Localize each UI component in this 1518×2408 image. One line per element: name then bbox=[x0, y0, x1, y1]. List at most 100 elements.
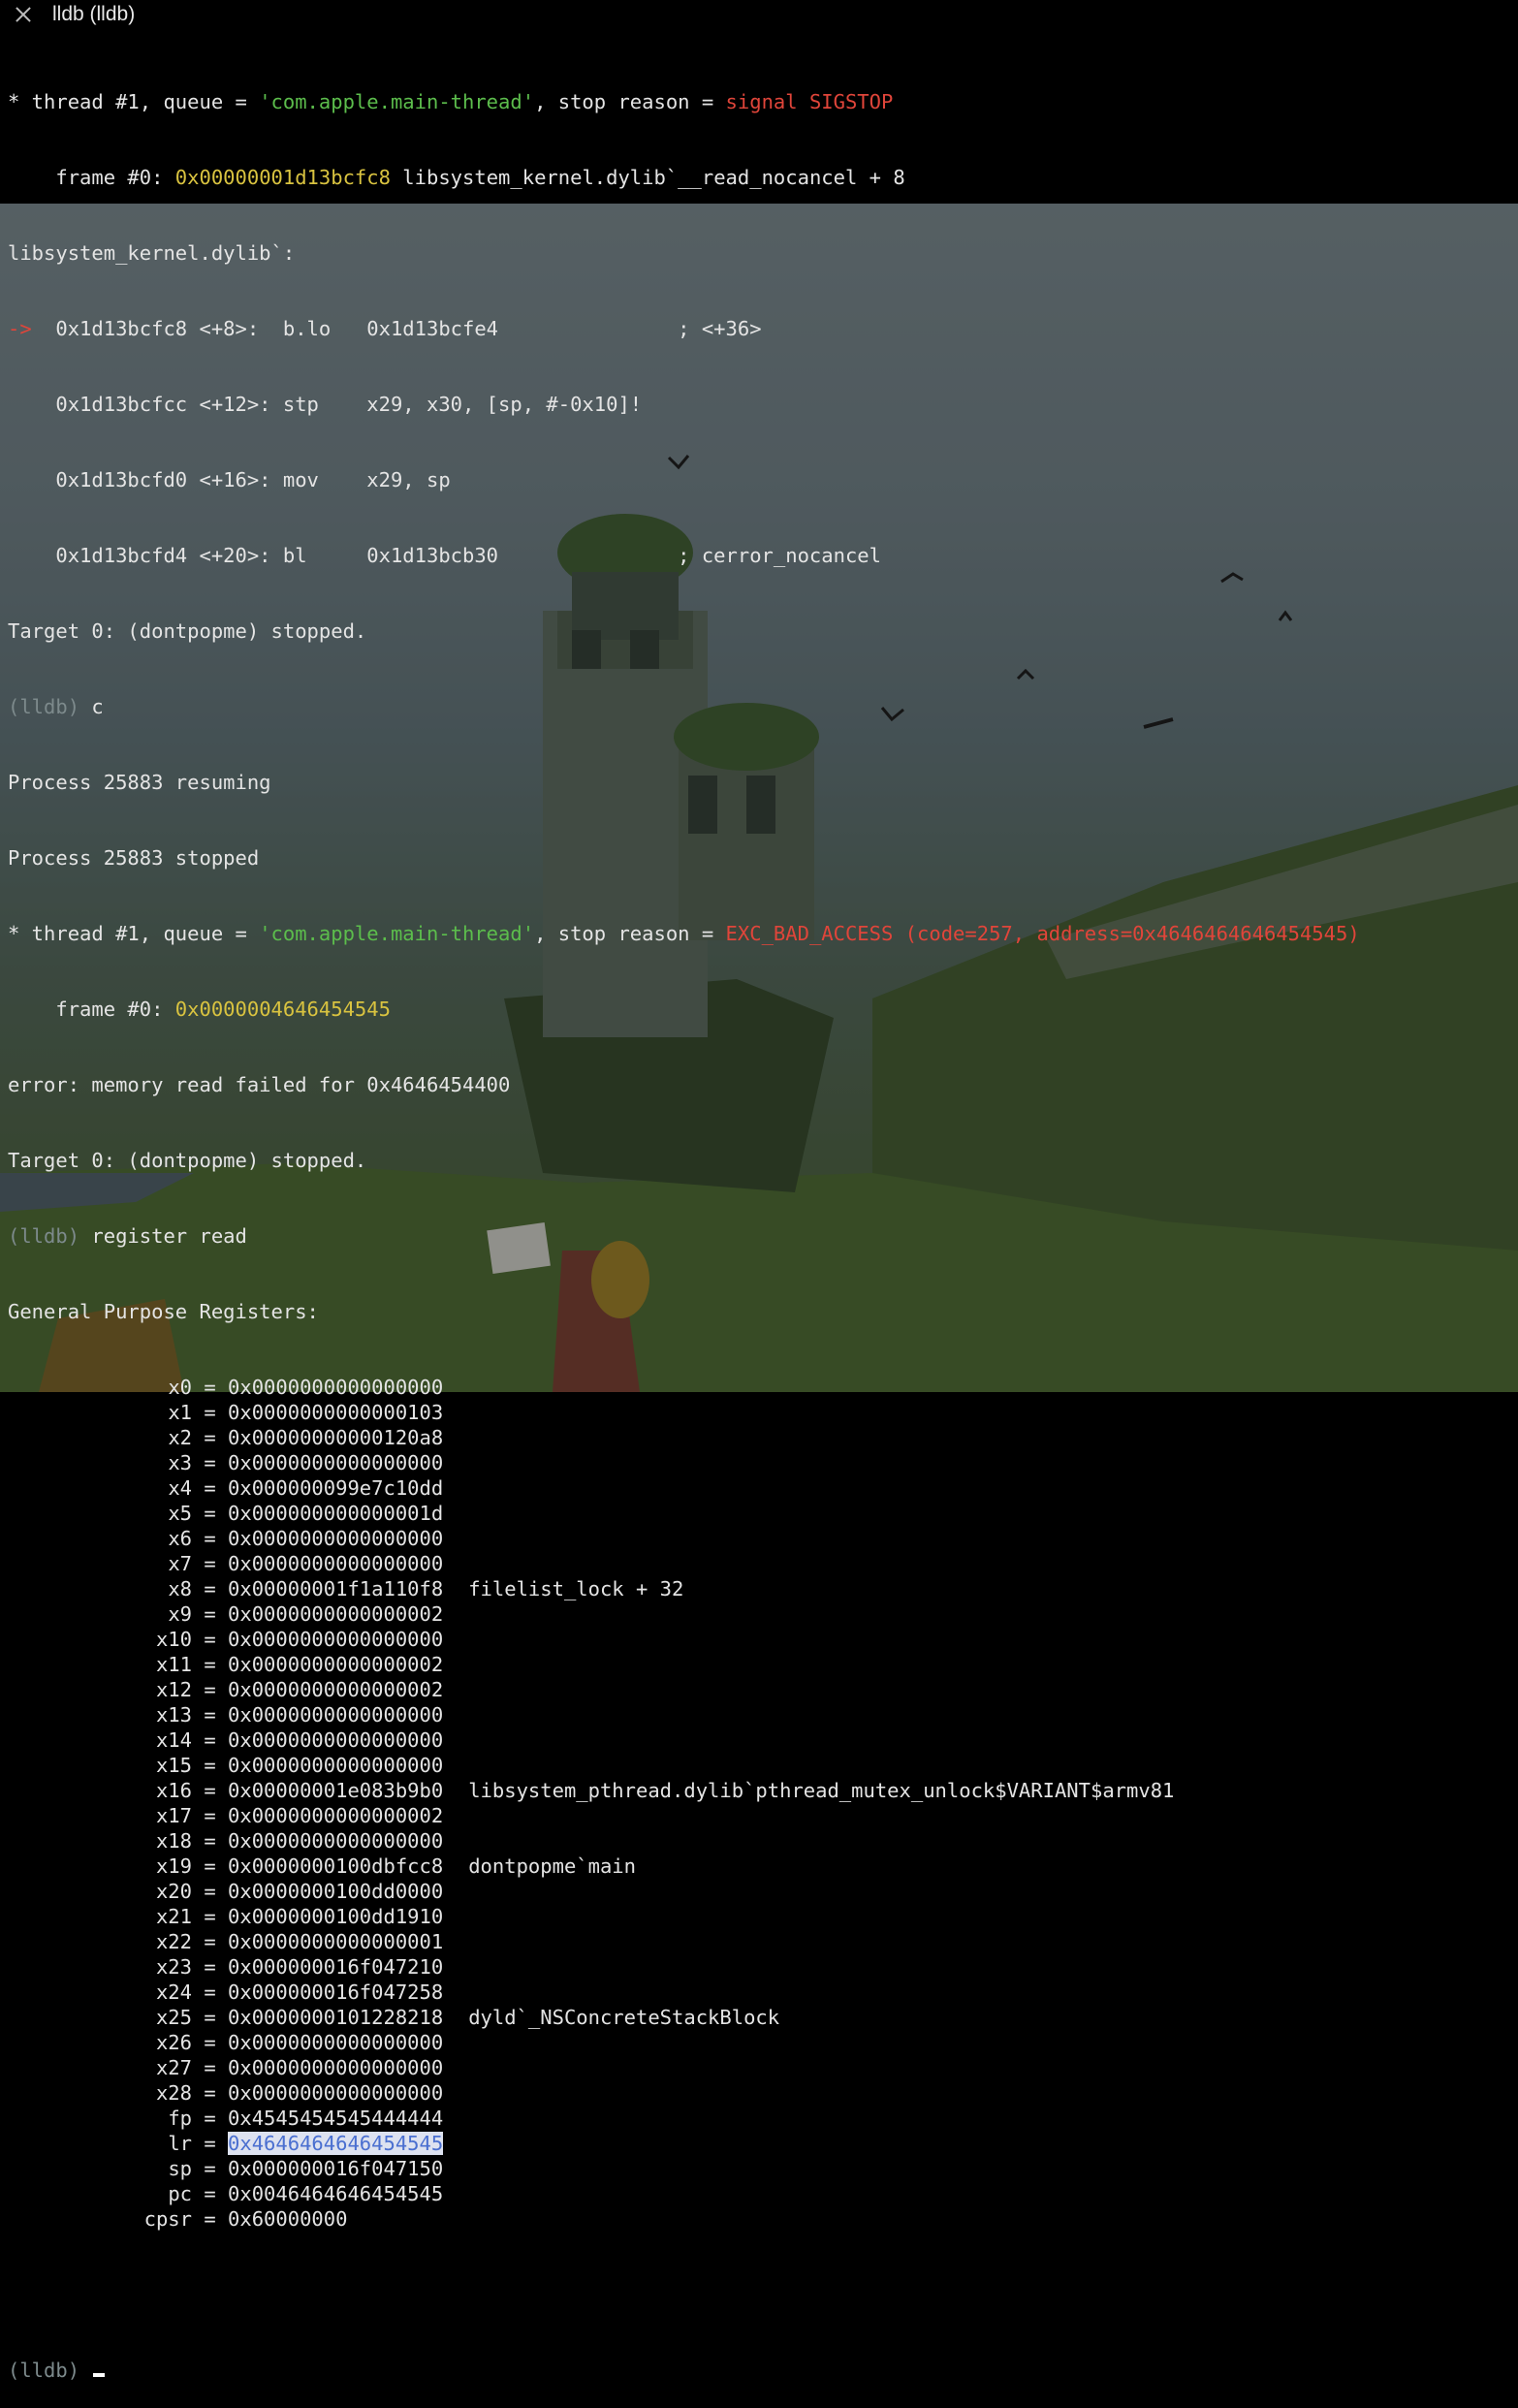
register-name: x14 bbox=[155, 1728, 192, 1752]
register-symbol: filelist_lock + 32 bbox=[468, 1577, 684, 1600]
register-value[interactable]: 0x00000001e083b9b0 bbox=[228, 1779, 443, 1802]
register-value[interactable]: 0x0000000000000000 bbox=[228, 1451, 443, 1474]
register-value[interactable]: 0x0000000100dd1910 bbox=[228, 1905, 443, 1928]
register-row-sp: sp = 0x000000016f047150 bbox=[8, 2156, 1518, 2181]
register-value[interactable]: 0x0000000000000002 bbox=[228, 1602, 443, 1626]
register-name: x8 bbox=[168, 1577, 192, 1600]
register-value[interactable]: 0x0000000000000001 bbox=[228, 1930, 443, 1953]
register-name: x5 bbox=[168, 1502, 192, 1525]
register-value[interactable]: 0x0000000000000000 bbox=[228, 2081, 443, 2105]
frame-line: frame #0: 0x0000004646454545 bbox=[8, 998, 391, 1021]
input-prompt-line[interactable]: (lldb) bbox=[8, 2358, 1518, 2383]
module-line: libsystem_kernel.dylib`: bbox=[8, 241, 296, 265]
register-row-x2: x2 = 0x00000000000120a8 bbox=[8, 1425, 1518, 1450]
register-row-x22: x22 = 0x0000000000000001 bbox=[8, 1929, 1518, 1954]
lldb-prompt: (lldb) bbox=[8, 2359, 80, 2382]
register-value[interactable]: 0x60000000 bbox=[228, 2207, 347, 2231]
terminal-output[interactable]: * thread #1, queue = 'com.apple.main-thr… bbox=[8, 39, 1518, 2408]
target-stopped-line: Target 0: (dontpopme) stopped. bbox=[8, 619, 367, 643]
register-symbol: dontpopme`main bbox=[468, 1854, 636, 1878]
register-name: x7 bbox=[168, 1552, 192, 1575]
register-name: x1 bbox=[168, 1401, 192, 1424]
register-row-x14: x14 = 0x0000000000000000 bbox=[8, 1727, 1518, 1753]
register-row-x9: x9 = 0x0000000000000002 bbox=[8, 1601, 1518, 1627]
command-line-continue: (lldb) c bbox=[8, 695, 104, 718]
register-value[interactable]: 0x4646464646454545 bbox=[228, 2132, 444, 2155]
register-row-x15: x15 = 0x0000000000000000 bbox=[8, 1753, 1518, 1778]
register-value[interactable]: 0x0000000100dbfcc8 bbox=[228, 1854, 443, 1878]
disasm-instruction: 0x1d13bcfc8 <+8>: b.lo 0x1d13bcfe4 ; <+3… bbox=[31, 317, 762, 340]
register-name: x4 bbox=[168, 1476, 192, 1500]
register-name: pc bbox=[168, 2182, 192, 2205]
frame-line: frame #0: 0x00000001d13bcfc8 libsystem_k… bbox=[8, 166, 905, 189]
register-name: x24 bbox=[155, 1980, 192, 2004]
register-name: x17 bbox=[155, 1804, 192, 1827]
register-value[interactable]: 0x000000016f047210 bbox=[228, 1955, 443, 1979]
target-stopped-line: Target 0: (dontpopme) stopped. bbox=[8, 1149, 367, 1172]
register-name: x26 bbox=[155, 2031, 192, 2054]
register-value[interactable]: 0x0000000000000000 bbox=[228, 1552, 443, 1575]
close-icon[interactable] bbox=[14, 5, 33, 24]
register-value[interactable]: 0x000000000000001d bbox=[228, 1502, 443, 1525]
register-name: x23 bbox=[155, 1955, 192, 1979]
register-row-pc: pc = 0x0046464646454545 bbox=[8, 2181, 1518, 2206]
register-value[interactable]: 0x0000000000000000 bbox=[228, 1527, 443, 1550]
register-value[interactable]: 0x0000000101228218 bbox=[228, 2006, 443, 2029]
register-row-x27: x27 = 0x0000000000000000 bbox=[8, 2055, 1518, 2080]
register-row-lr: lr = 0x4646464646454545 bbox=[8, 2131, 1518, 2156]
register-name: x13 bbox=[155, 1703, 192, 1727]
register-row-x8: x8 = 0x00000001f1a110f8 filelist_lock + 3… bbox=[8, 1576, 1518, 1601]
register-value[interactable]: 0x0000000000000002 bbox=[228, 1678, 443, 1701]
register-value[interactable]: 0x4545454545444444 bbox=[228, 2107, 443, 2130]
register-symbol: libsystem_pthread.dylib`pthread_mutex_un… bbox=[468, 1779, 1175, 1802]
register-value[interactable]: 0x0000000000000000 bbox=[228, 1628, 443, 1651]
register-name: x25 bbox=[155, 2006, 192, 2029]
register-row-cpsr: cpsr = 0x60000000 bbox=[8, 2206, 1518, 2232]
disasm-line-current: -> 0x1d13bcfc8 <+8>: b.lo 0x1d13bcfe4 ; … bbox=[8, 317, 762, 340]
register-value[interactable]: 0x0000000000000103 bbox=[228, 1401, 443, 1424]
register-value[interactable]: 0x0000000000000000 bbox=[228, 1703, 443, 1727]
register-row-x24: x24 = 0x000000016f047258 bbox=[8, 1980, 1518, 2005]
window-titlebar: lldb (lldb) bbox=[0, 0, 1518, 29]
gpr-header: General Purpose Registers: bbox=[8, 1300, 319, 1323]
command-line-register-read: (lldb) register read bbox=[8, 1224, 247, 1248]
register-list: x0 = 0x0000000000000000 x1 = 0x0000000000… bbox=[8, 1375, 1518, 2232]
register-row-x6: x6 = 0x0000000000000000 bbox=[8, 1526, 1518, 1551]
text-cursor bbox=[93, 2373, 106, 2377]
register-value[interactable]: 0x0000000000000002 bbox=[228, 1653, 443, 1676]
register-name: x12 bbox=[155, 1678, 192, 1701]
register-value[interactable]: 0x0000000100dd0000 bbox=[228, 1880, 443, 1903]
register-value[interactable]: 0x000000016f047258 bbox=[228, 1980, 443, 2004]
register-value[interactable]: 0x0000000000000000 bbox=[228, 1754, 443, 1777]
register-value[interactable]: 0x00000000000120a8 bbox=[228, 1426, 443, 1449]
register-value[interactable]: 0x0000000000000002 bbox=[228, 1804, 443, 1827]
empty-line bbox=[8, 2282, 1518, 2307]
register-value[interactable]: 0x0000000000000000 bbox=[228, 1728, 443, 1752]
register-name: x15 bbox=[155, 1754, 192, 1777]
lldb-prompt: (lldb) bbox=[8, 1224, 80, 1248]
register-name: x19 bbox=[155, 1854, 192, 1878]
register-name: x3 bbox=[168, 1451, 192, 1474]
register-value[interactable]: 0x000000016f047150 bbox=[228, 2157, 443, 2180]
register-row-x0: x0 = 0x0000000000000000 bbox=[8, 1375, 1518, 1400]
register-row-x7: x7 = 0x0000000000000000 bbox=[8, 1551, 1518, 1576]
process-resuming-line: Process 25883 resuming bbox=[8, 771, 271, 794]
disasm-line: 0x1d13bcfd4 <+20>: bl 0x1d13bcb30 ; cerr… bbox=[8, 544, 881, 567]
register-value[interactable]: 0x000000099e7c10dd bbox=[228, 1476, 443, 1500]
register-value[interactable]: 0x00000001f1a110f8 bbox=[228, 1577, 443, 1600]
window-title: lldb (lldb) bbox=[52, 3, 136, 25]
register-name: x6 bbox=[168, 1527, 192, 1550]
register-row-fp: fp = 0x4545454545444444 bbox=[8, 2106, 1518, 2131]
register-row-x4: x4 = 0x000000099e7c10dd bbox=[8, 1475, 1518, 1501]
register-name: x28 bbox=[155, 2081, 192, 2105]
register-value[interactable]: 0x0046464646454545 bbox=[228, 2182, 443, 2205]
register-row-x17: x17 = 0x0000000000000002 bbox=[8, 1803, 1518, 1828]
register-value[interactable]: 0x0000000000000000 bbox=[228, 2056, 443, 2079]
register-value[interactable]: 0x0000000000000000 bbox=[228, 1829, 443, 1853]
register-value[interactable]: 0x0000000000000000 bbox=[228, 1376, 443, 1399]
register-name: x22 bbox=[155, 1930, 192, 1953]
register-value[interactable]: 0x0000000000000000 bbox=[228, 2031, 443, 2054]
stop-reason-line: * thread #1, queue = 'com.apple.main-thr… bbox=[8, 90, 894, 113]
register-row-x3: x3 = 0x0000000000000000 bbox=[8, 1450, 1518, 1475]
register-name: cpsr bbox=[143, 2207, 192, 2231]
